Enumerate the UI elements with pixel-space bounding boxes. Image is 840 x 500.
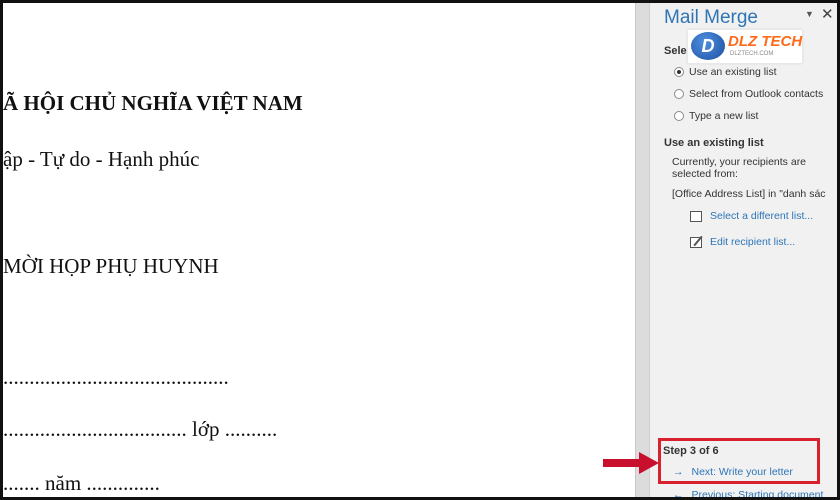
- existing-list-heading: Use an existing list: [664, 137, 764, 149]
- logo-subtext: DLZTECH.COM: [730, 51, 774, 57]
- next-step-link[interactable]: → Next: Write your letter: [673, 466, 793, 478]
- doc-heading-nation: Ã HỘI CHỦ NGHĨA VIỆT NAM: [3, 91, 303, 115]
- doc-fill-line-1: ........................................…: [3, 365, 229, 389]
- recipient-info-line-1: Currently, your recipients are: [672, 156, 807, 168]
- option-existing-list-label: Use an existing list: [689, 66, 777, 78]
- close-icon[interactable]: ✕: [821, 5, 834, 23]
- logo-mark: D: [691, 32, 725, 60]
- edit-icon: [690, 236, 702, 248]
- document-page: Ã HỘI CHỦ NGHĨA VIỆT NAM ập - Tự do - Hạ…: [3, 3, 635, 497]
- previous-step-link[interactable]: ← Previous: Starting document: [673, 489, 824, 500]
- doc-fill-line-2: ................................... lớp …: [3, 417, 278, 441]
- option-outlook-contacts[interactable]: Select from Outlook contacts: [674, 88, 823, 100]
- radio-icon[interactable]: [674, 89, 684, 99]
- screenshot-frame: Ã HỘI CHỦ NGHĨA VIỆT NAM ập - Tự do - Hạ…: [0, 0, 840, 500]
- red-pointer-arrow-icon: [603, 452, 659, 474]
- logo-text: DLZ TECH: [728, 33, 803, 50]
- recipient-info-line-2: selected from:: [672, 168, 738, 180]
- edit-recipient-list-label: Edit recipient list...: [710, 236, 796, 248]
- option-new-list[interactable]: Type a new list: [674, 110, 758, 122]
- option-outlook-contacts-label: Select from Outlook contacts: [689, 88, 824, 100]
- step-indicator: Step 3 of 6: [663, 445, 719, 457]
- pane-splitter[interactable]: [635, 3, 650, 497]
- option-existing-list[interactable]: Use an existing list: [674, 66, 777, 78]
- next-step-label: Next: Write your letter: [691, 466, 793, 478]
- arrow-left-icon: ←: [673, 489, 684, 500]
- doc-heading-motto: ập - Tự do - Hạnh phúc: [3, 147, 200, 171]
- list-icon: [690, 210, 702, 222]
- pane-options-icon[interactable]: ▼: [805, 9, 814, 19]
- recipient-source: [Office Address List] in "danh sác: [672, 188, 826, 200]
- edit-recipient-list-link[interactable]: Edit recipient list...: [690, 236, 795, 248]
- radio-selected-icon[interactable]: [674, 67, 684, 77]
- previous-step-label: Previous: Starting document: [691, 489, 824, 500]
- doc-fill-line-3: ....... năm ..............: [3, 471, 160, 495]
- option-new-list-label: Type a new list: [689, 110, 759, 122]
- pane-title: Mail Merge: [664, 7, 758, 28]
- doc-title: MỜI HỌP PHỤ HUYNH: [3, 254, 219, 278]
- select-different-list-link[interactable]: Select a different list...: [690, 210, 813, 222]
- watermark-logo: D DLZ TECH DLZTECH.COM: [687, 29, 803, 64]
- radio-icon[interactable]: [674, 111, 684, 121]
- mail-merge-pane: Mail Merge ▼ ✕ Select recipients Use an …: [649, 3, 837, 497]
- arrow-right-icon: →: [673, 466, 684, 478]
- select-different-list-label: Select a different list...: [710, 210, 814, 222]
